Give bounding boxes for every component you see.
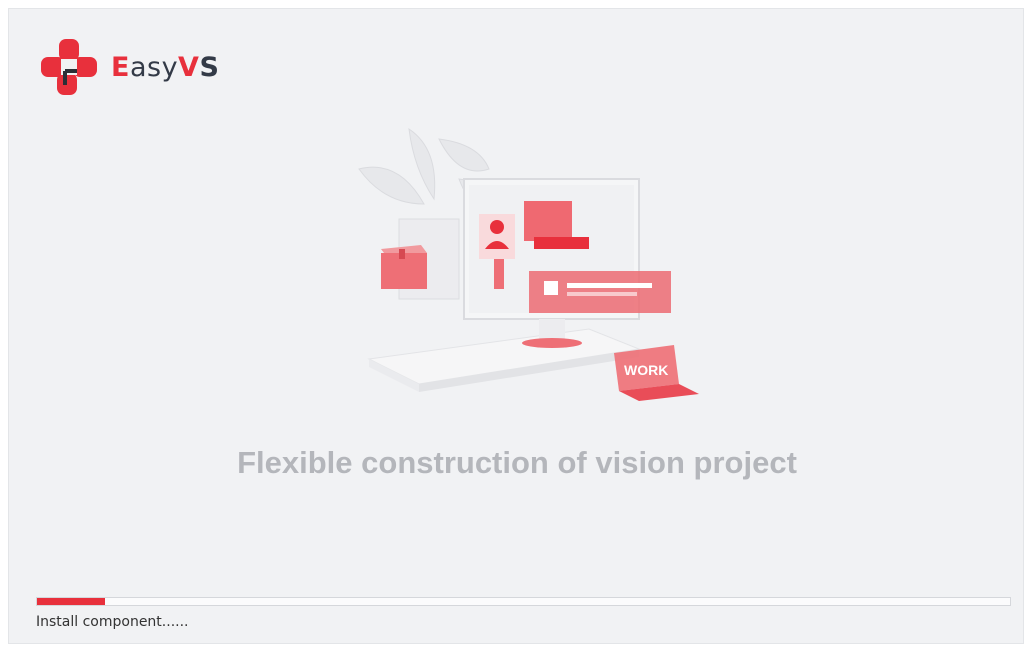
install-status-text: Install component...... xyxy=(36,614,189,630)
easyvs-logo-icon xyxy=(41,39,97,95)
install-progress-fill xyxy=(37,598,106,605)
app-name-letter-e: E xyxy=(111,51,130,83)
red-box-graphic xyxy=(381,245,427,289)
app-name-letter-v: V xyxy=(178,51,200,83)
work-laptop-graphic: WORK xyxy=(614,345,699,401)
monitor-graphic xyxy=(463,178,671,348)
work-label: WORK xyxy=(624,362,668,378)
app-name-letter-s: S xyxy=(199,51,220,83)
workstation-illustration: WORK xyxy=(358,127,699,401)
installer-window: EasyVS WORK Flexible construction of vis… xyxy=(8,8,1024,644)
app-logo: EasyVS xyxy=(39,37,219,97)
tagline: Flexible construction of vision project xyxy=(237,445,797,480)
app-name-part-asy: asy xyxy=(129,51,179,83)
install-progress-bar xyxy=(36,597,1011,606)
app-name: EasyVS xyxy=(111,52,219,83)
platform-graphic xyxy=(367,328,641,392)
